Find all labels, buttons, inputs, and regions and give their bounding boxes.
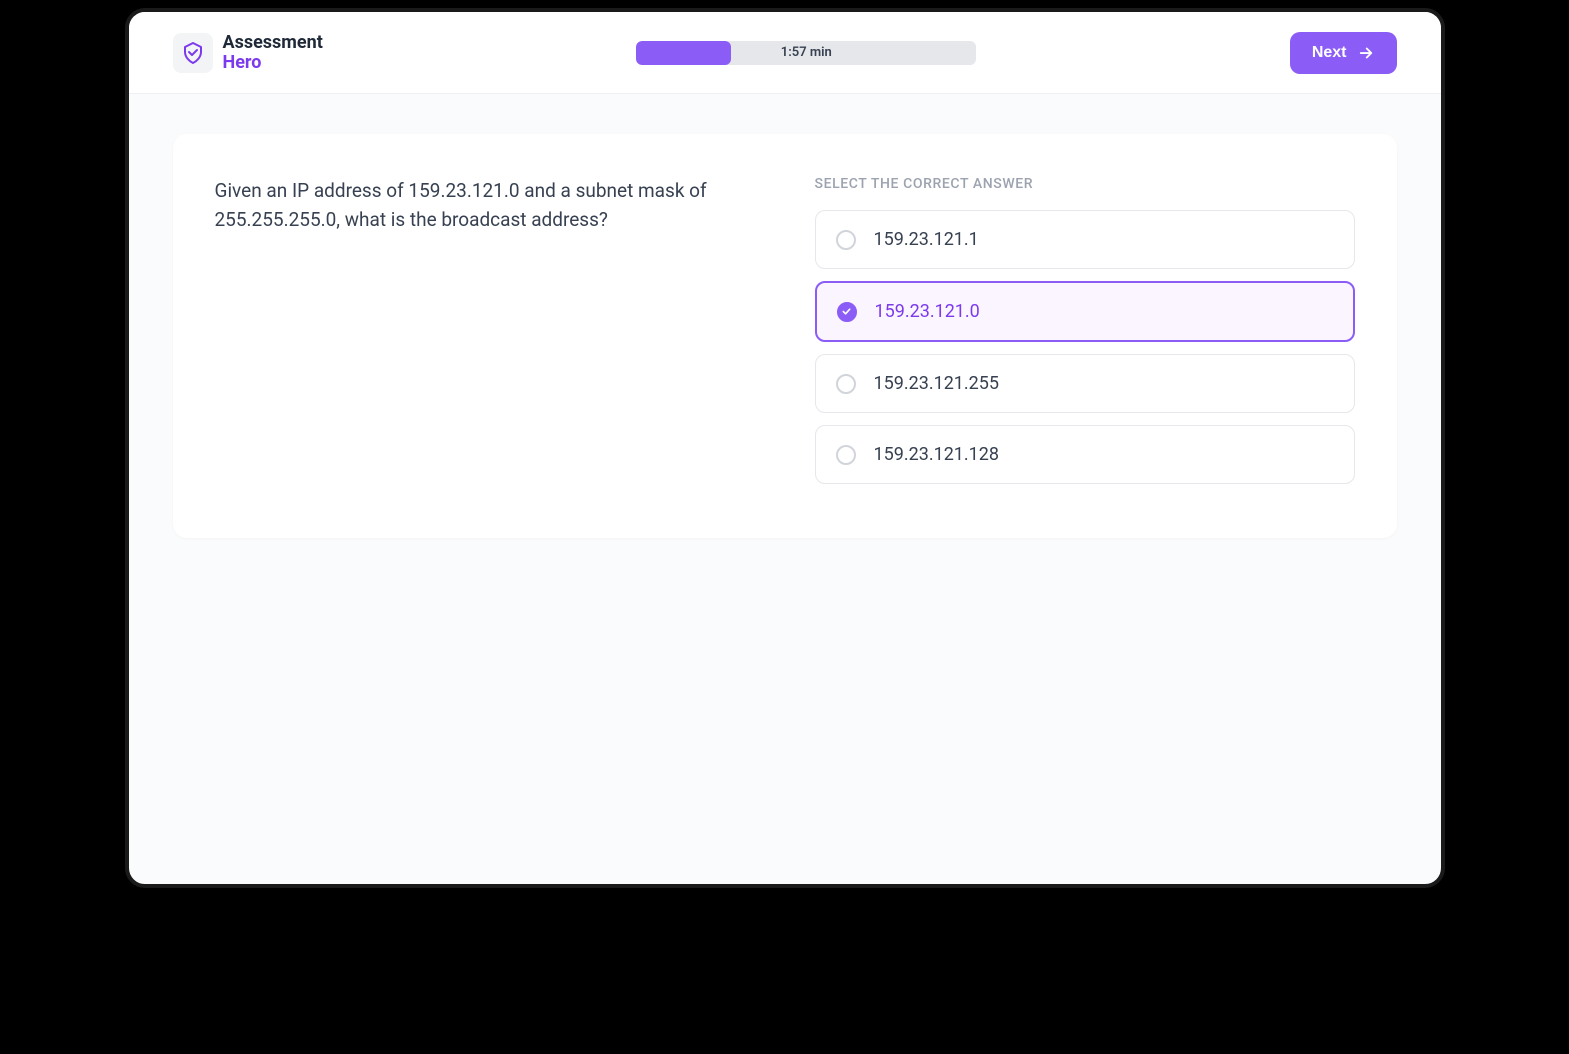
radio-checked-icon [837, 302, 857, 322]
brand-line2: Hero [223, 53, 323, 73]
answers-column: SELECT THE CORRECT ANSWER 159.23.121.1 1… [815, 176, 1355, 496]
next-button-label: Next [1312, 44, 1347, 62]
option-1[interactable]: 159.23.121.0 [815, 281, 1355, 342]
question-column: Given an IP address of 159.23.121.0 and … [215, 176, 755, 496]
option-0[interactable]: 159.23.121.1 [815, 210, 1355, 269]
app-window: Assessment Hero 1:57 min Next Given an I… [125, 8, 1445, 888]
timer-text: 1:57 min [781, 45, 832, 60]
brand-line1: Assessment [223, 33, 323, 53]
check-icon [841, 306, 852, 317]
radio-icon [836, 230, 856, 250]
option-2[interactable]: 159.23.121.255 [815, 354, 1355, 413]
radio-icon [836, 374, 856, 394]
option-label: 159.23.121.1 [874, 229, 979, 250]
brand-icon [173, 33, 213, 73]
shield-check-icon [181, 41, 205, 65]
option-3[interactable]: 159.23.121.128 [815, 425, 1355, 484]
radio-icon [836, 445, 856, 465]
progress-fill [636, 41, 731, 65]
option-label: 159.23.121.0 [875, 301, 980, 322]
progress-container: 1:57 min [323, 41, 1290, 65]
question-text: Given an IP address of 159.23.121.0 and … [215, 176, 755, 235]
question-card: Given an IP address of 159.23.121.0 and … [173, 134, 1397, 538]
next-button[interactable]: Next [1290, 32, 1397, 74]
arrow-right-icon [1357, 44, 1375, 62]
option-label: 159.23.121.255 [874, 373, 1000, 394]
brand-text: Assessment Hero [223, 33, 323, 73]
progress-bar: 1:57 min [636, 41, 976, 65]
option-label: 159.23.121.128 [874, 444, 1000, 465]
header: Assessment Hero 1:57 min Next [129, 12, 1441, 94]
logo: Assessment Hero [173, 33, 323, 73]
answers-instruction: SELECT THE CORRECT ANSWER [815, 176, 1355, 192]
